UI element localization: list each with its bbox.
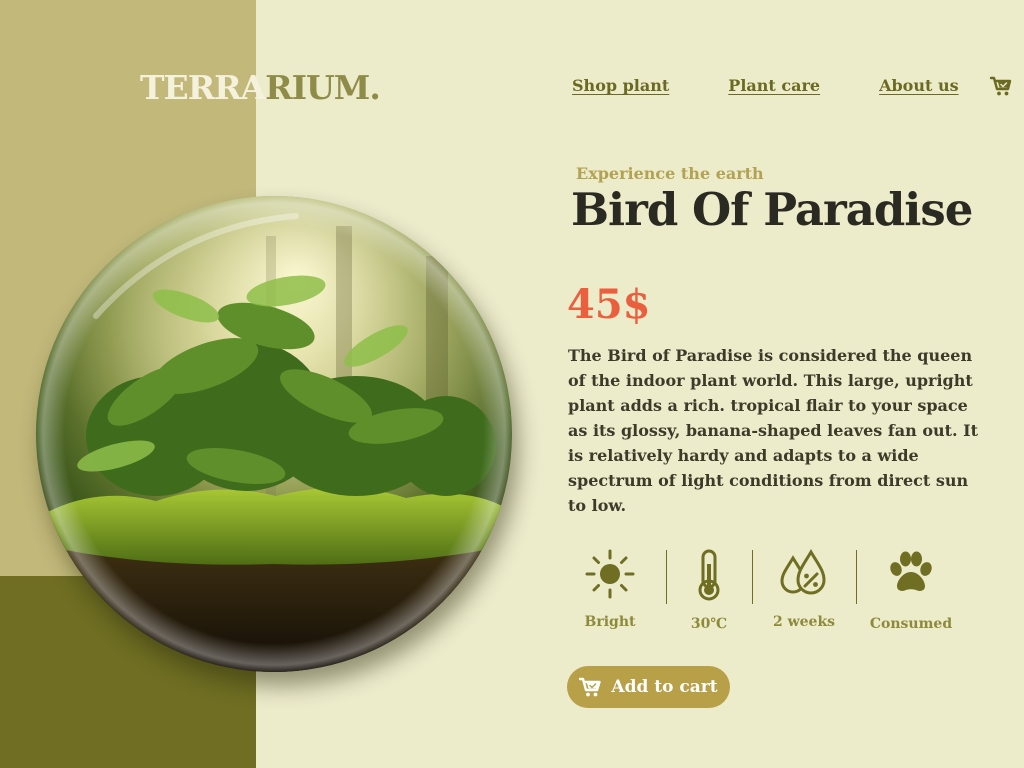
feature-watering: 2 weeks xyxy=(764,548,844,630)
logo-part-light: TERRA xyxy=(140,68,266,107)
divider xyxy=(856,550,857,604)
cart-icon xyxy=(579,676,603,698)
nav-shop-plant[interactable]: Shop plant xyxy=(572,75,669,97)
add-to-cart-label: Add to cart xyxy=(611,677,718,697)
product-description: The Bird of Paradise is considered the q… xyxy=(568,346,979,515)
divider xyxy=(666,550,667,604)
main-nav: Shop plant Plant care About us xyxy=(572,74,1013,98)
feature-light-label: Bright xyxy=(584,614,636,630)
feature-temperature-label: 30℃ xyxy=(690,616,728,632)
feature-temperature: 30℃ xyxy=(678,548,740,632)
feature-watering-label: 2 weeks xyxy=(772,614,836,630)
nav-plant-care[interactable]: Plant care xyxy=(728,75,820,97)
care-features: Bright 30℃ 2 weeks Consumed xyxy=(566,548,966,638)
product-eyebrow: Experience the earth xyxy=(576,164,764,183)
product-price: 45$ xyxy=(567,281,651,328)
nav-about-us[interactable]: About us xyxy=(879,75,959,97)
brand-logo[interactable]: TERRARIUM. xyxy=(140,68,381,108)
logo-part-dark: RIUM. xyxy=(265,68,381,107)
terrarium-image xyxy=(36,196,516,676)
terrarium-sphere xyxy=(36,196,512,672)
product-title: Bird Of Paradise xyxy=(571,183,973,236)
add-to-cart-button[interactable]: Add to cart xyxy=(567,666,730,708)
cart-icon[interactable] xyxy=(989,74,1013,98)
divider xyxy=(752,550,753,604)
paw-icon xyxy=(886,548,936,598)
water-drops-icon xyxy=(777,548,831,602)
thermometer-icon xyxy=(694,548,724,602)
feature-pet-safety: Consumed xyxy=(868,548,954,632)
feature-light: Bright xyxy=(566,548,654,630)
sun-icon xyxy=(584,548,636,600)
feature-pet-safety-label: Consumed xyxy=(869,616,953,632)
